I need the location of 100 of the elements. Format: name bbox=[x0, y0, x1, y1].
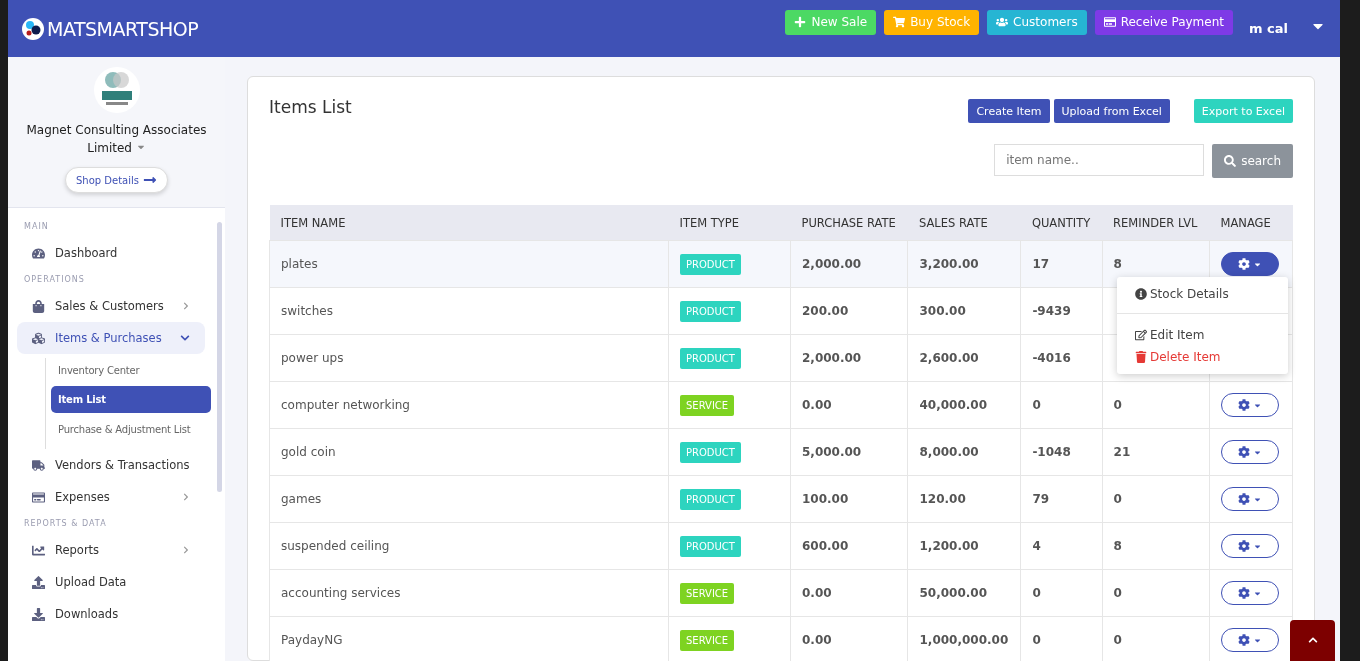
column-header: SALES RATE bbox=[907, 205, 1021, 241]
type-badge: PRODUCT bbox=[680, 347, 741, 369]
cubes-icon bbox=[32, 331, 45, 345]
bag-icon bbox=[32, 299, 45, 313]
sidebar-label: Sales & Customers bbox=[55, 299, 165, 313]
section-heading: REPORTS & DATA bbox=[23, 518, 108, 530]
gear-icon bbox=[1238, 587, 1250, 599]
manage-button[interactable] bbox=[1221, 487, 1279, 511]
credit-card-icon bbox=[1103, 16, 1116, 28]
sidebar-label: Downloads bbox=[55, 607, 120, 621]
column-header: ITEM NAME bbox=[269, 205, 669, 241]
table-cell: 8 bbox=[1102, 522, 1210, 570]
table-cell: 40,000.00 bbox=[907, 381, 1021, 429]
truck-icon bbox=[32, 458, 45, 472]
gear-icon bbox=[1238, 493, 1250, 505]
sidebar-item[interactable]: Upload Data bbox=[17, 566, 205, 598]
scrollbar[interactable] bbox=[217, 222, 222, 492]
sidebar-label: Reports bbox=[55, 543, 101, 557]
sidebar-item[interactable]: Expenses bbox=[17, 481, 205, 513]
gear-icon bbox=[1238, 399, 1250, 411]
manage-button[interactable] bbox=[1221, 252, 1279, 276]
table-cell: 200.00 bbox=[790, 287, 908, 335]
table-cell: suspended ceiling bbox=[269, 522, 669, 570]
table-cell: accounting services bbox=[269, 569, 669, 617]
gear-icon bbox=[1238, 258, 1250, 270]
table-cell: 0 bbox=[1102, 381, 1210, 429]
type-badge: SERVICE bbox=[680, 394, 735, 416]
sidebar-label: Items & Purchases bbox=[55, 331, 163, 345]
table-cell: 50,000.00 bbox=[907, 569, 1021, 617]
table-cell: 3,200.00 bbox=[907, 240, 1021, 288]
table-cell: 0 bbox=[1102, 569, 1210, 617]
table-cell: -9439 bbox=[1020, 287, 1103, 335]
table-cell: 0.00 bbox=[790, 381, 908, 429]
search-field[interactable]: item name.. bbox=[994, 144, 1205, 176]
manage-button[interactable] bbox=[1221, 581, 1279, 605]
table-cell: 0 bbox=[1020, 381, 1103, 429]
table-cell: 21 bbox=[1102, 428, 1210, 476]
manage-button[interactable] bbox=[1221, 393, 1279, 417]
table-cell: plates bbox=[269, 240, 669, 288]
type-badge: PRODUCT bbox=[680, 535, 741, 557]
credit-card-icon bbox=[32, 490, 45, 504]
table-cell: 1,200.00 bbox=[907, 522, 1021, 570]
edit-icon bbox=[1135, 329, 1147, 341]
table-cell: 0 bbox=[1020, 569, 1103, 617]
user-name[interactable]: m cal bbox=[1249, 21, 1288, 36]
sidebar-item[interactable]: Vendors & Transactions bbox=[17, 449, 205, 481]
column-header: ITEM TYPE bbox=[668, 205, 791, 241]
table-cell: 79 bbox=[1020, 475, 1103, 523]
sidebar-label: Expenses bbox=[55, 490, 111, 504]
manage-button[interactable] bbox=[1221, 440, 1279, 464]
sidebar-item[interactable]: Dashboard bbox=[17, 237, 205, 269]
logo-icon bbox=[22, 17, 44, 40]
table-cell: -4016 bbox=[1020, 334, 1103, 382]
table-cell: power ups bbox=[269, 334, 669, 382]
table-cell: 100.00 bbox=[790, 475, 908, 523]
submenu-item[interactable]: Inventory Center bbox=[51, 358, 211, 382]
type-badge: PRODUCT bbox=[680, 300, 741, 322]
table-cell: 0.00 bbox=[790, 569, 908, 617]
sidebar-item[interactable]: Downloads bbox=[17, 598, 205, 630]
gear-icon bbox=[1238, 446, 1250, 458]
table-cell: 5,000.00 bbox=[790, 428, 908, 476]
header-action-button[interactable]: Receive Payment bbox=[1094, 9, 1233, 35]
sidebar-label: Dashboard bbox=[55, 246, 119, 260]
brand-name: MATSMARTSHOP bbox=[47, 17, 199, 40]
action-button[interactable]: Create Item bbox=[968, 99, 1050, 123]
upload-icon bbox=[32, 575, 45, 589]
download-icon bbox=[32, 607, 45, 621]
table-cell: 2,000.00 bbox=[790, 240, 908, 288]
menu-item[interactable]: Delete Item bbox=[1117, 346, 1288, 368]
table-cell: 2,600.00 bbox=[907, 334, 1021, 382]
table-cell: 2,000.00 bbox=[790, 334, 908, 382]
type-badge: SERVICE bbox=[680, 629, 735, 651]
submenu-item[interactable]: Purchase & Adjustment List bbox=[51, 417, 211, 441]
sidebar-item[interactable]: Items & Purchases bbox=[17, 322, 205, 354]
company-name[interactable]: Magnet Consulting Associates Limited bbox=[18, 121, 215, 157]
type-badge: PRODUCT bbox=[680, 488, 741, 510]
cart-icon bbox=[893, 16, 906, 28]
sidebar-label: Upload Data bbox=[55, 575, 128, 589]
info-icon bbox=[1135, 288, 1147, 300]
column-header: QUANTITY bbox=[1020, 205, 1103, 241]
company-logo bbox=[93, 67, 140, 113]
sidebar-item[interactable]: Sales & Customers bbox=[17, 290, 205, 322]
menu-item[interactable]: Edit Item bbox=[1117, 324, 1288, 346]
manage-button[interactable] bbox=[1221, 628, 1279, 652]
plus-icon bbox=[794, 16, 807, 28]
table-cell: 120.00 bbox=[907, 475, 1021, 523]
type-badge: PRODUCT bbox=[680, 441, 741, 463]
sidebar-item[interactable]: Reports bbox=[17, 534, 205, 566]
shop-details-button[interactable]: Shop Details bbox=[65, 167, 168, 193]
column-header: PURCHASE RATE bbox=[790, 205, 908, 241]
table-cell: 8,000.00 bbox=[907, 428, 1021, 476]
people-icon bbox=[996, 16, 1009, 28]
manage-button[interactable] bbox=[1221, 534, 1279, 558]
chevron-up-icon bbox=[1307, 635, 1318, 645]
type-badge: PRODUCT bbox=[680, 253, 741, 275]
search-icon bbox=[1224, 155, 1237, 167]
sidebar-label: Vendors & Transactions bbox=[55, 458, 190, 472]
submenu-item[interactable]: Item List bbox=[51, 386, 211, 413]
action-button[interactable]: Upload from Excel bbox=[1053, 99, 1170, 123]
table-cell: gold coin bbox=[269, 428, 669, 476]
